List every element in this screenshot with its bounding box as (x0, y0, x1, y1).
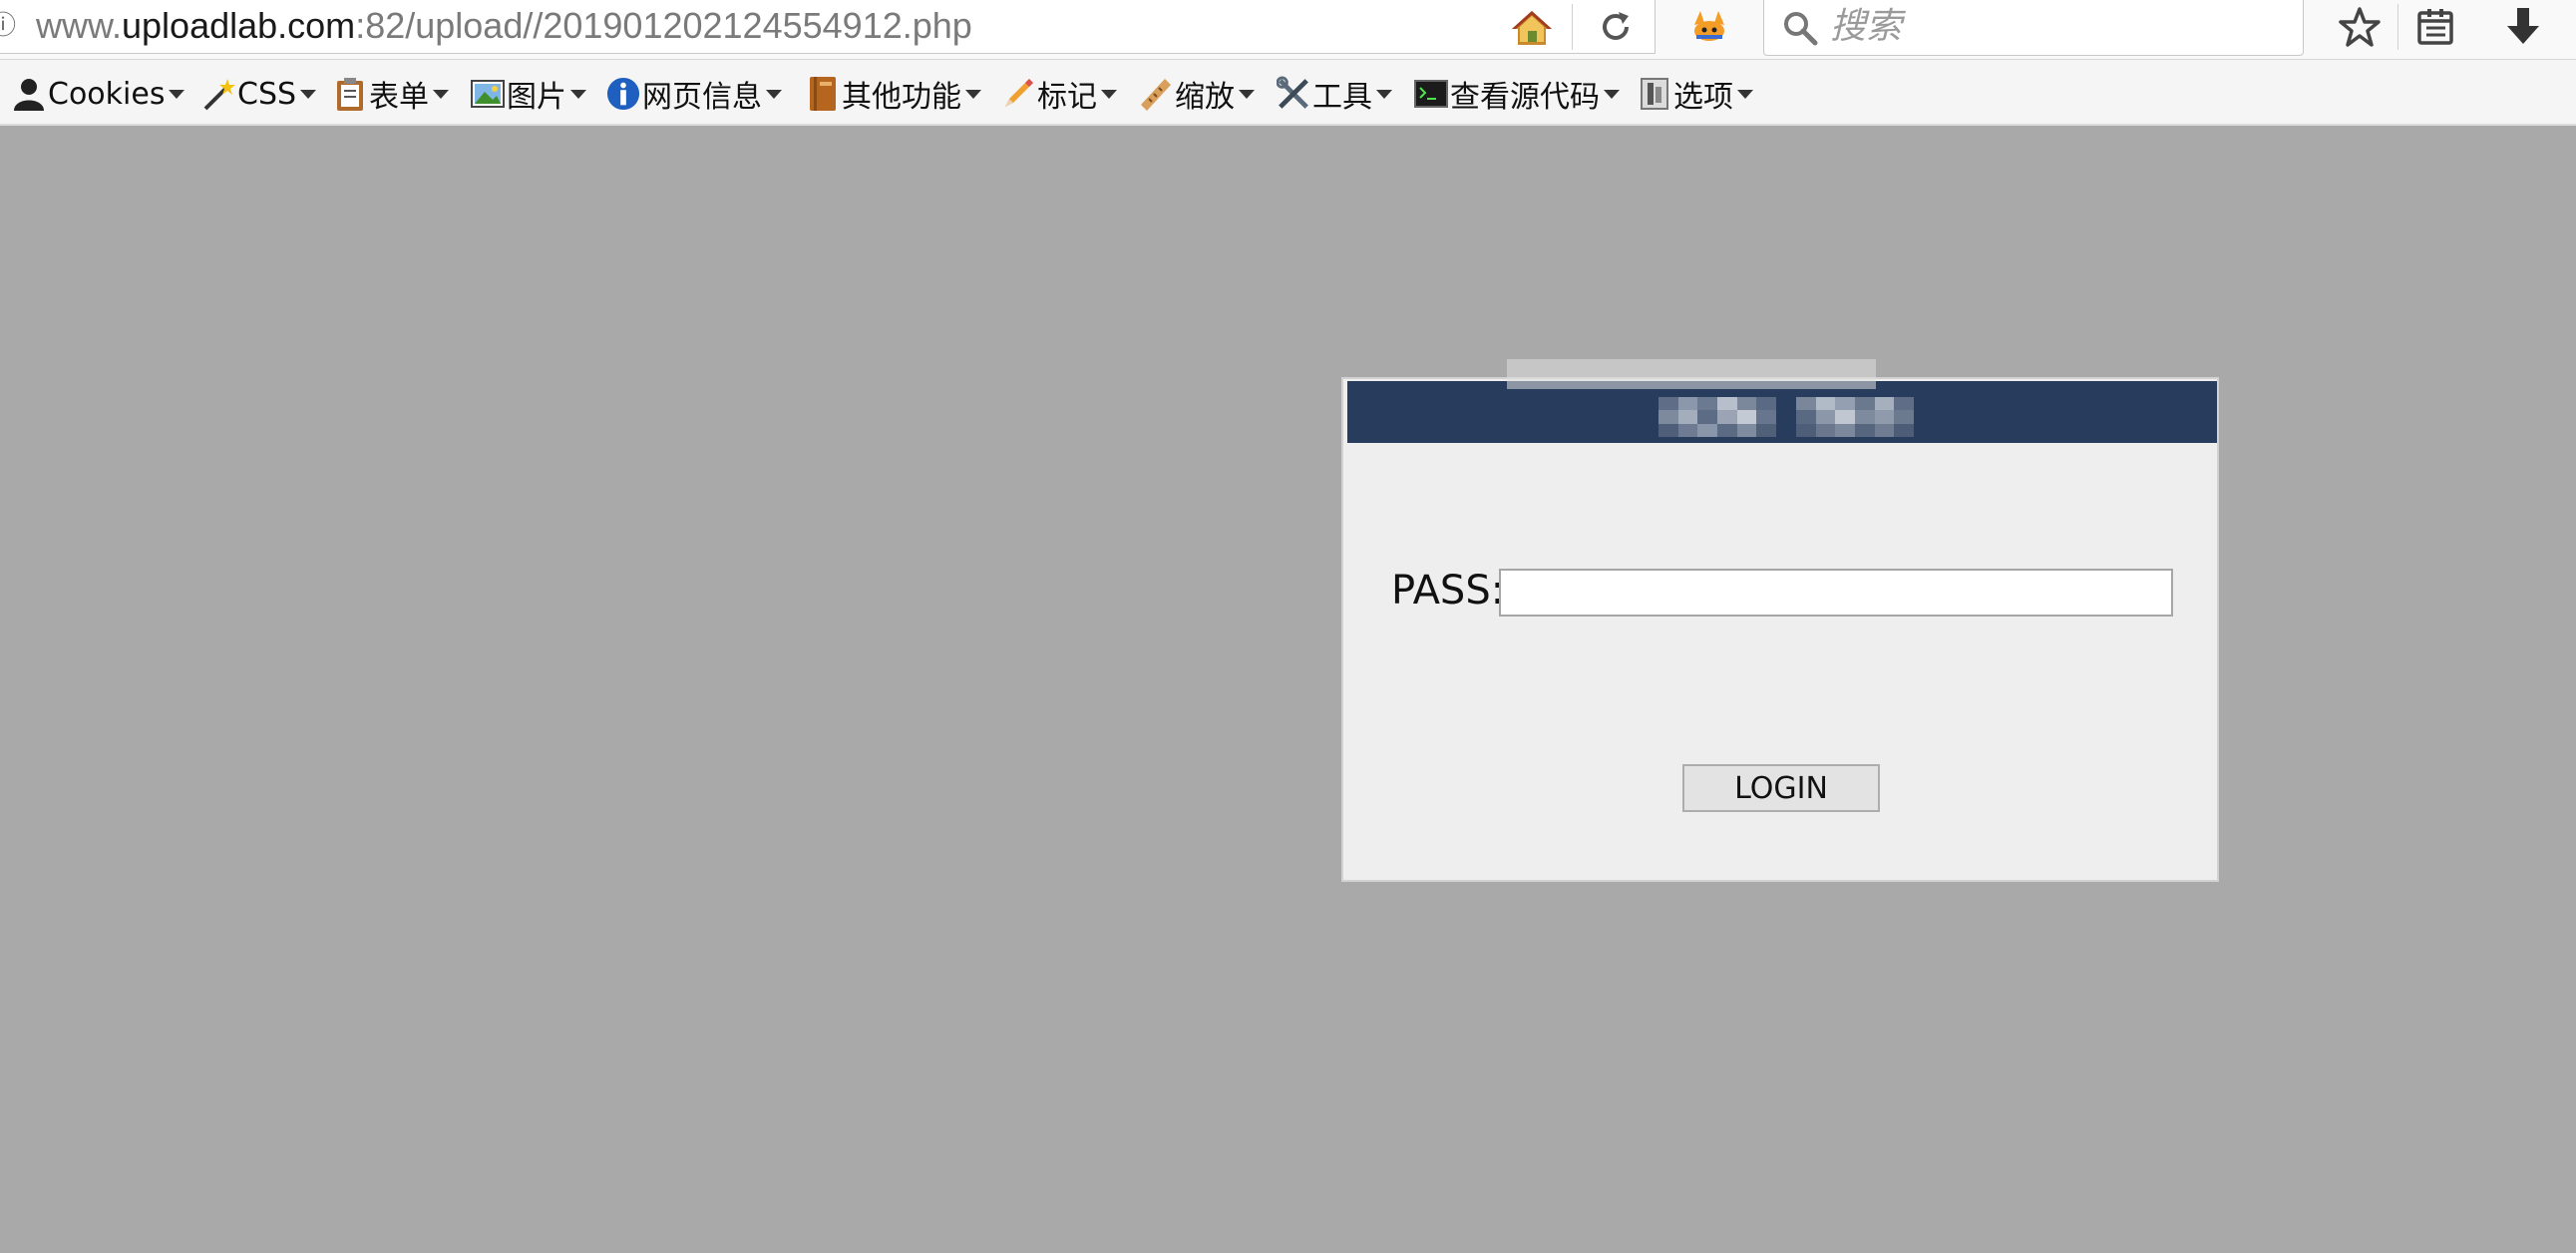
toolbar-view-source-label: 查看源代码 (1450, 80, 1600, 115)
chevron-down-icon (433, 89, 449, 99)
terminal-icon (1414, 77, 1448, 111)
pixelated-title (1658, 397, 1914, 437)
cookie-person-icon (12, 77, 46, 111)
header-highlight (1507, 359, 1876, 389)
bookmark-star-icon[interactable] (2330, 4, 2390, 50)
toolbar-forms-label: 表单 (369, 80, 429, 115)
chevron-down-icon (1376, 89, 1392, 99)
url-host: uploadlab.com (122, 5, 356, 46)
toolbar-css-menu[interactable]: CSS (201, 74, 317, 114)
chevron-down-icon (169, 89, 185, 99)
site-info-icon[interactable]: ⓘ (0, 12, 16, 40)
toolbar-tools-label: 工具 (1312, 80, 1372, 115)
ruler-icon (1139, 77, 1173, 111)
login-button[interactable]: LOGIN (1682, 764, 1880, 812)
image-icon (471, 77, 505, 111)
chevron-down-icon (965, 89, 981, 99)
toolbar-forms-menu[interactable]: 表单 (333, 74, 449, 115)
reading-list-icon[interactable] (2405, 4, 2465, 50)
toolbar-cookies-label: Cookies (48, 76, 166, 112)
panel-header (1347, 359, 2217, 443)
toolbar-page-info-label: 网页信息 (642, 80, 762, 115)
chevron-down-icon (1239, 89, 1255, 99)
home-icon[interactable] (1502, 4, 1562, 50)
clipboard-icon (333, 77, 367, 111)
toolbar-cookies-menu[interactable]: Cookies (12, 74, 185, 114)
pixelated-text-block (1796, 397, 1914, 437)
password-input[interactable] (1499, 569, 2173, 617)
pass-label: PASS: (1391, 568, 1505, 614)
browser-navbar: ⓘ www.uploadlab.com:82/upload//201901202… (0, 0, 2576, 60)
web-developer-toolbar: Cookies CSS 表单 图片 网页信息 其他功能 标记 缩放 工具 查看源… (0, 60, 2576, 126)
chevron-down-icon (570, 89, 586, 99)
toolbar-options-label: 选项 (1673, 80, 1733, 115)
chevron-down-icon (300, 89, 317, 99)
toolbar-options-menu[interactable]: 选项 (1638, 74, 1753, 115)
navbar-divider (1572, 4, 1573, 50)
toolbar-resize-menu[interactable]: 缩放 (1139, 74, 1255, 115)
toolbar-resize-label: 缩放 (1175, 80, 1235, 115)
pencil-icon (1001, 77, 1035, 111)
search-field[interactable]: 搜索 (1763, 0, 2304, 56)
book-icon (806, 77, 840, 111)
chevron-down-icon (766, 89, 782, 99)
search-placeholder: 搜索 (1830, 6, 1903, 47)
navbar-divider (2397, 4, 2398, 50)
toolbar-misc-menu[interactable]: 其他功能 (806, 74, 981, 115)
toolbar-page-info-menu[interactable]: 网页信息 (606, 74, 782, 115)
chevron-down-icon (1737, 89, 1753, 99)
url-path: :82/upload//201901202124554912.php (355, 5, 972, 46)
toolbar-misc-label: 其他功能 (842, 80, 961, 115)
address-bar[interactable]: ⓘ www.uploadlab.com:82/upload//201901202… (0, 0, 1656, 54)
chevron-down-icon (1101, 89, 1117, 99)
url-text[interactable]: www.uploadlab.com:82/upload//20190120212… (36, 6, 972, 46)
pixelated-text-block (1658, 397, 1776, 437)
reload-icon[interactable] (1586, 4, 1646, 50)
chevron-down-icon (1604, 89, 1620, 99)
search-icon (1780, 8, 1820, 48)
url-prefix: www. (36, 5, 123, 46)
login-panel: PASS: LOGIN (1341, 359, 2219, 882)
toolbar-outline-menu[interactable]: 标记 (1001, 74, 1117, 115)
tools-icon (1277, 76, 1310, 111)
toolbar-css-label: CSS (237, 76, 297, 112)
toolbar-outline-label: 标记 (1037, 80, 1097, 115)
extension-icon[interactable] (1679, 4, 1739, 50)
magic-wand-icon (201, 77, 235, 111)
options-icon (1638, 77, 1671, 111)
toolbar-view-source-menu[interactable]: 查看源代码 (1414, 74, 1620, 115)
toolbar-tools-menu[interactable]: 工具 (1277, 74, 1392, 115)
toolbar-images-label: 图片 (507, 80, 566, 115)
download-icon[interactable] (2493, 4, 2553, 50)
toolbar-images-menu[interactable]: 图片 (471, 74, 586, 115)
info-icon (606, 77, 640, 111)
